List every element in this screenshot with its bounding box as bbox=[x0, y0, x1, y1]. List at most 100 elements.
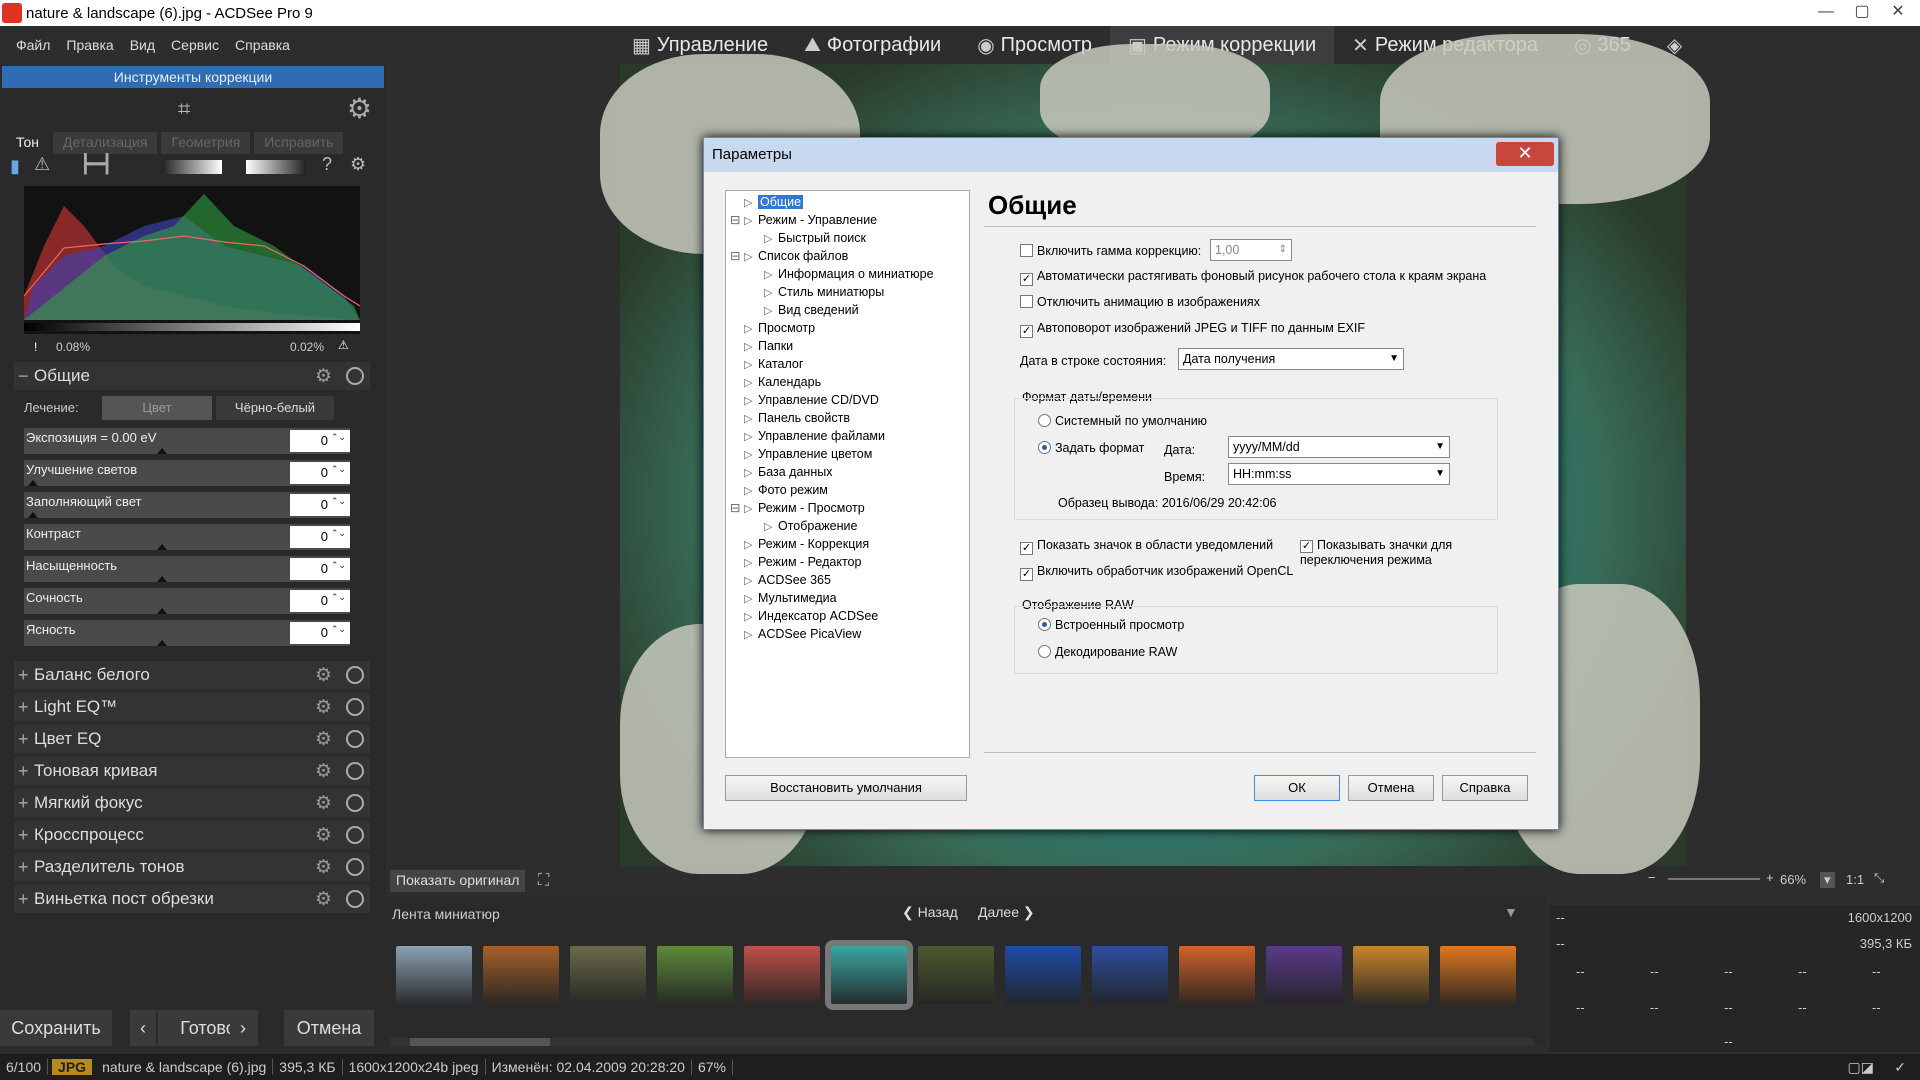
stretch-wallpaper-checkbox[interactable]: ✓ bbox=[1020, 273, 1033, 286]
clip-shadow-icon[interactable]: ! bbox=[34, 340, 37, 354]
help-icon[interactable]: ? bbox=[322, 154, 332, 175]
color-treatment-button[interactable]: Цвет bbox=[102, 396, 212, 420]
toggle-icon[interactable] bbox=[346, 666, 364, 684]
tool-section[interactable]: + Разделитель тонов ⚙ bbox=[14, 853, 370, 881]
spinner-icon[interactable]: ⌃⌄ bbox=[331, 464, 346, 475]
filmstrip-thumbnail[interactable] bbox=[1353, 946, 1429, 1004]
filmstrip-thumbnail[interactable] bbox=[744, 946, 820, 1004]
tree-item[interactable]: ▷ Вид сведений bbox=[764, 301, 859, 319]
tree-item[interactable]: ▷ Управление цветом bbox=[744, 445, 872, 463]
ok-button[interactable]: ОК bbox=[1254, 775, 1340, 801]
tree-item[interactable]: ▷ ACDSee 365 bbox=[744, 571, 831, 589]
highlight-gradient-icon[interactable] bbox=[246, 160, 306, 174]
toggle-icon[interactable] bbox=[346, 858, 364, 876]
histogram-icon[interactable]: ▮ bbox=[10, 156, 20, 177]
autorotate-checkbox[interactable]: ✓ bbox=[1020, 325, 1033, 338]
show-original-button[interactable]: Показать оригинал bbox=[390, 870, 526, 892]
maximize-button[interactable]: ▢ bbox=[1844, 0, 1880, 24]
spinner-icon[interactable]: ⌃⌄ bbox=[331, 528, 346, 539]
tree-item[interactable]: ⊟ ▷ Режим - Просмотр bbox=[730, 499, 865, 517]
toggle-icon[interactable] bbox=[346, 367, 364, 385]
spinner-icon[interactable]: ⌃⌄ bbox=[331, 496, 346, 507]
tool-section[interactable]: + Баланс белого ⚙ bbox=[14, 661, 370, 689]
slider-handle[interactable] bbox=[28, 512, 38, 518]
tab-repair[interactable]: Исправить bbox=[254, 132, 344, 154]
tree-item[interactable]: ▷ Панель свойств bbox=[744, 409, 850, 427]
expander-icon[interactable]: ⊟ bbox=[730, 247, 740, 265]
tree-item[interactable]: ⊟ ▷ Режим - Управление bbox=[730, 211, 877, 229]
filmstrip-scrollbar[interactable] bbox=[390, 1038, 1534, 1046]
toggle-icon[interactable] bbox=[346, 762, 364, 780]
filmstrip-thumbnail[interactable] bbox=[1092, 946, 1168, 1004]
filmstrip-thumbnail[interactable] bbox=[1440, 946, 1516, 1004]
expander-icon[interactable]: ⊟ bbox=[730, 211, 740, 229]
tree-item[interactable]: ▷ Общие bbox=[744, 193, 804, 211]
tree-item[interactable]: ▷ Календарь bbox=[744, 373, 821, 391]
tree-item[interactable]: ▷ Просмотр bbox=[744, 319, 815, 337]
tree-item[interactable]: ▷ Папки bbox=[744, 337, 793, 355]
gear-icon[interactable]: ⚙ bbox=[315, 365, 332, 388]
menu-edit[interactable]: Правка bbox=[58, 37, 121, 53]
decode-raw-radio[interactable] bbox=[1038, 645, 1051, 658]
filmstrip-thumbnail[interactable] bbox=[570, 946, 646, 1004]
section-general[interactable]: − Общие ⚙ bbox=[14, 362, 370, 390]
spinner-icon[interactable]: ⌃⌄ bbox=[331, 432, 346, 443]
adjust-slider[interactable]: Заполняющий свет 0 ⌃⌄ bbox=[24, 492, 350, 518]
gear-icon[interactable]: ⚙ bbox=[315, 888, 332, 911]
tab-detail[interactable]: Детализация bbox=[52, 132, 158, 154]
settings-small-icon[interactable]: ⚙ bbox=[350, 154, 366, 175]
fullscreen-icon[interactable]: ⛶ bbox=[538, 872, 549, 890]
gear-icon[interactable]: ⚙ bbox=[315, 696, 332, 719]
toggle-icon[interactable] bbox=[346, 794, 364, 812]
fit-icon[interactable]: ⤡ bbox=[1874, 870, 1884, 886]
spinner-icon[interactable]: ⇕ bbox=[1279, 240, 1287, 260]
menu-help[interactable]: Справка bbox=[227, 37, 298, 53]
view-toggle-icon[interactable]: ▢◪ bbox=[1842, 1059, 1880, 1076]
tool-section[interactable]: + Кросспроцесс ⚙ bbox=[14, 821, 370, 849]
checkmark-icon[interactable]: ✓ bbox=[1888, 1059, 1912, 1076]
tree-item[interactable]: ▷ Каталог bbox=[744, 355, 803, 373]
gear-icon[interactable]: ⚙ bbox=[315, 824, 332, 847]
help-button[interactable]: Справка bbox=[1442, 775, 1528, 801]
dialog-cancel-button[interactable]: Отмена bbox=[1348, 775, 1434, 801]
zoom-in-icon[interactable]: + bbox=[1766, 870, 1774, 885]
zoom-slider[interactable] bbox=[1668, 878, 1760, 880]
tool-section[interactable]: + Цвет EQ ⚙ bbox=[14, 725, 370, 753]
tree-item[interactable]: ▷ Фото режим bbox=[744, 481, 828, 499]
gamma-value-field[interactable]: 1,00 ⇕ bbox=[1210, 239, 1292, 261]
adjust-slider[interactable]: Экспозиция = 0.00 eV 0 ⌃⌄ bbox=[24, 428, 350, 454]
warning-icon[interactable]: ⚠ bbox=[34, 154, 50, 175]
slider-handle[interactable] bbox=[157, 640, 167, 646]
filmstrip-thumbnail[interactable] bbox=[825, 940, 913, 1010]
zoom-dropdown-icon[interactable]: ▾ bbox=[1820, 872, 1835, 888]
cancel-button[interactable]: Отмена bbox=[284, 1010, 374, 1046]
mode-photos[interactable]: ⛰ Фотографии bbox=[786, 26, 959, 64]
filmstrip-thumbnail[interactable] bbox=[1005, 946, 1081, 1004]
dialog-close-button[interactable]: ✕ bbox=[1496, 142, 1554, 166]
gear-icon[interactable]: ⚙ bbox=[315, 856, 332, 879]
slider-handle[interactable] bbox=[157, 576, 167, 582]
custom-format-radio[interactable] bbox=[1038, 441, 1051, 454]
save-button[interactable]: Сохранить bbox=[0, 1010, 112, 1046]
tool-section[interactable]: + Light EQ™ ⚙ bbox=[14, 693, 370, 721]
shadow-gradient-icon[interactable] bbox=[162, 160, 222, 174]
filmstrip-menu-icon[interactable]: ▼ bbox=[1504, 904, 1518, 920]
system-format-radio[interactable] bbox=[1038, 414, 1051, 427]
tree-item[interactable]: ▷ Отображение bbox=[764, 517, 857, 535]
menu-file[interactable]: Файл bbox=[0, 37, 58, 53]
tree-item[interactable]: ▷ Стиль миниатюры bbox=[764, 283, 884, 301]
time-format-select[interactable]: HH:mm:ss ▼ bbox=[1228, 463, 1450, 485]
filmstrip-thumbnail[interactable] bbox=[1266, 946, 1342, 1004]
slider-handle[interactable] bbox=[157, 448, 167, 454]
toggle-icon[interactable] bbox=[346, 730, 364, 748]
tree-item[interactable]: ▷ Режим - Коррекция bbox=[744, 535, 869, 553]
tree-item[interactable]: ▷ Мультимедиа bbox=[744, 589, 837, 607]
close-button[interactable]: ✕ bbox=[1880, 0, 1916, 24]
gear-icon[interactable]: ⚙ bbox=[315, 664, 332, 687]
adjust-slider[interactable]: Улучшение светов 0 ⌃⌄ bbox=[24, 460, 350, 486]
filmstrip-thumbnail[interactable] bbox=[918, 946, 994, 1004]
tree-item[interactable]: ▷ Быстрый поиск bbox=[764, 229, 866, 247]
tree-item[interactable]: ▷ Индексатор ACDSee bbox=[744, 607, 878, 625]
menu-view[interactable]: Вид bbox=[122, 37, 163, 53]
expander-icon[interactable]: ⊟ bbox=[730, 499, 740, 517]
